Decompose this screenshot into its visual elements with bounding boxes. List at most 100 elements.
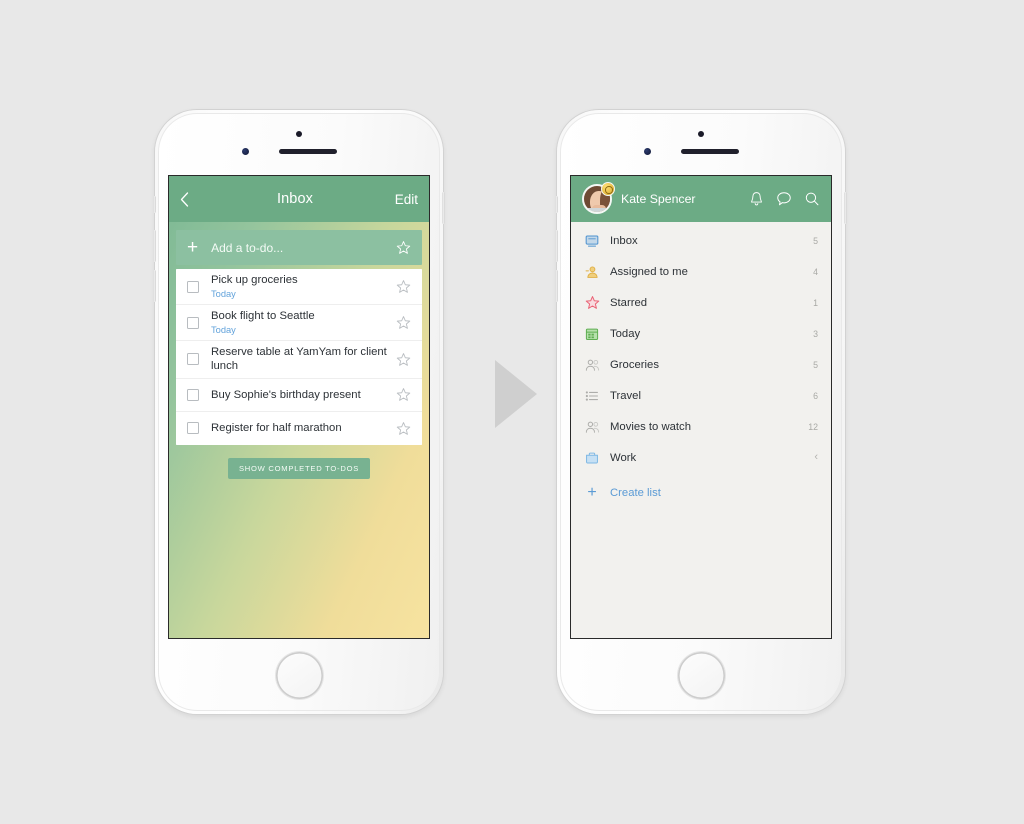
mute-switch[interactable] [153, 196, 156, 213]
plus-icon: + [187, 237, 199, 258]
list-count: 6 [813, 390, 818, 401]
proximity-sensor-icon [242, 148, 249, 155]
list-label: Starred [610, 296, 648, 309]
crown-badge-icon [601, 182, 615, 196]
chevron-left-icon[interactable]: ‹ [814, 452, 818, 463]
star-outline-icon[interactable] [396, 387, 411, 402]
front-camera-icon [698, 131, 704, 137]
todo-content: Book flight to Seattle Today [211, 305, 396, 340]
list-label: Movies to watch [610, 420, 691, 433]
earpiece-speaker [681, 149, 739, 154]
todo-content: Register for half marathon [211, 417, 396, 439]
list-label: Assigned to me [610, 265, 688, 278]
mute-switch[interactable] [555, 196, 558, 213]
bell-icon[interactable] [749, 191, 764, 207]
front-camera-icon [296, 131, 302, 137]
earpiece-speaker [279, 149, 337, 154]
star-outline-icon[interactable] [396, 421, 411, 436]
todo-title: Pick up groceries [211, 274, 298, 286]
todo-title: Register for half marathon [211, 422, 342, 435]
create-list-button[interactable]: + Create list [571, 477, 831, 508]
todo-checkbox[interactable] [187, 422, 199, 435]
home-button[interactable] [677, 652, 725, 699]
todo-checkbox[interactable] [187, 280, 199, 293]
plus-icon: + [583, 483, 601, 501]
home-button[interactable] [275, 652, 323, 699]
todo-checkbox[interactable] [187, 388, 199, 401]
todo-row[interactable]: Book flight to Seattle Today [176, 305, 422, 342]
volume-up-button[interactable] [153, 230, 156, 262]
navbar-actions [749, 191, 820, 207]
list-label: Travel [610, 389, 641, 402]
star-outline-icon[interactable] [396, 279, 411, 294]
sidebar-item-assigned-to-me[interactable]: Assigned to me 4 [571, 256, 831, 287]
user-navbar: Kate Spencer [571, 176, 831, 222]
todo-content: Pick up groceries Today [211, 269, 396, 304]
todo-row[interactable]: Register for half marathon [176, 411, 422, 445]
avatar-container[interactable] [582, 182, 615, 214]
power-button[interactable] [442, 192, 445, 224]
page-title: Inbox [277, 191, 313, 207]
flow-arrow-right-icon [495, 360, 537, 428]
volume-down-button[interactable] [153, 270, 156, 302]
plus-glyph: + [587, 483, 597, 501]
volume-up-button[interactable] [555, 230, 558, 262]
todo-due-date: Today [211, 325, 236, 336]
list-icon [583, 389, 601, 403]
todo-list: Pick up groceries Today Book flight to S… [176, 269, 422, 445]
todo-row[interactable]: Reserve table at YamYam for client lunch [176, 341, 422, 379]
sidebar-item-movies-to-watch[interactable]: Movies to watch 12 [571, 411, 831, 442]
folder-icon [583, 451, 601, 465]
todo-title: Reserve table at YamYam for client lunch [211, 346, 387, 373]
show-completed-container: SHOW COMPLETED TO-DOS [169, 457, 429, 479]
add-todo-input[interactable]: Add a to-do... [211, 241, 396, 255]
inbox-navbar: Inbox Edit [169, 176, 429, 222]
screen-right-lists: Kate Spencer Inbox 5 Assigned to me 4 St… [571, 176, 831, 638]
sidebar-item-travel[interactable]: Travel 6 [571, 380, 831, 411]
list-label: Inbox [610, 234, 638, 247]
avatar-shirt [584, 208, 610, 212]
sidebar-item-starred[interactable]: Starred 1 [571, 287, 831, 318]
list-label: Today [610, 327, 641, 340]
list-count: 12 [808, 421, 818, 432]
chat-bubble-icon[interactable] [776, 191, 792, 207]
volume-down-button[interactable] [555, 270, 558, 302]
todo-title: Book flight to Seattle [211, 310, 315, 323]
edit-button[interactable]: Edit [388, 192, 418, 207]
sidebar-item-groceries[interactable]: Groceries 5 [571, 349, 831, 380]
sidebar-item-today[interactable]: Today 3 [571, 318, 831, 349]
todo-content: Buy Sophie's birthday present [211, 384, 396, 406]
power-button[interactable] [844, 192, 847, 224]
list-count: 3 [813, 328, 818, 339]
star-outline-icon[interactable] [396, 315, 411, 330]
todo-content: Reserve table at YamYam for client lunch [211, 341, 396, 377]
search-icon[interactable] [804, 191, 820, 207]
todo-title: Buy Sophie's birthday present [211, 388, 361, 401]
todo-row[interactable]: Buy Sophie's birthday present [176, 378, 422, 412]
sidebar-item-work[interactable]: Work ‹ [571, 442, 831, 473]
people-icon [583, 358, 601, 372]
lists-container: Inbox 5 Assigned to me 4 Starred 1 Today… [571, 222, 831, 508]
add-todo-row[interactable]: + Add a to-do... [176, 230, 422, 265]
chevron-left-icon [180, 191, 189, 207]
proximity-sensor-icon [644, 148, 651, 155]
sidebar-item-inbox[interactable]: Inbox 5 [571, 225, 831, 256]
todo-checkbox[interactable] [187, 316, 199, 329]
create-list-label: Create list [610, 486, 661, 499]
phone-mockup-left: Inbox Edit + Add a to-do... Pick up groc… [153, 110, 445, 714]
people-icon [583, 420, 601, 434]
show-completed-todos-button[interactable]: SHOW COMPLETED TO-DOS [227, 457, 371, 479]
todo-row[interactable]: Pick up groceries Today [176, 269, 422, 306]
star-outline-icon[interactable] [396, 240, 411, 255]
list-count: 1 [813, 297, 818, 308]
todo-checkbox[interactable] [187, 353, 199, 366]
back-button[interactable] [180, 191, 202, 207]
list-count: 5 [813, 359, 818, 370]
star-outline-icon[interactable] [396, 352, 411, 367]
list-count: 4 [813, 266, 818, 277]
screen-left-inbox: Inbox Edit + Add a to-do... Pick up groc… [169, 176, 429, 638]
user-name[interactable]: Kate Spencer [621, 192, 749, 206]
assigned-person-icon [583, 265, 601, 279]
list-label: Work [610, 451, 637, 464]
inbox-monitor-icon [583, 234, 601, 248]
